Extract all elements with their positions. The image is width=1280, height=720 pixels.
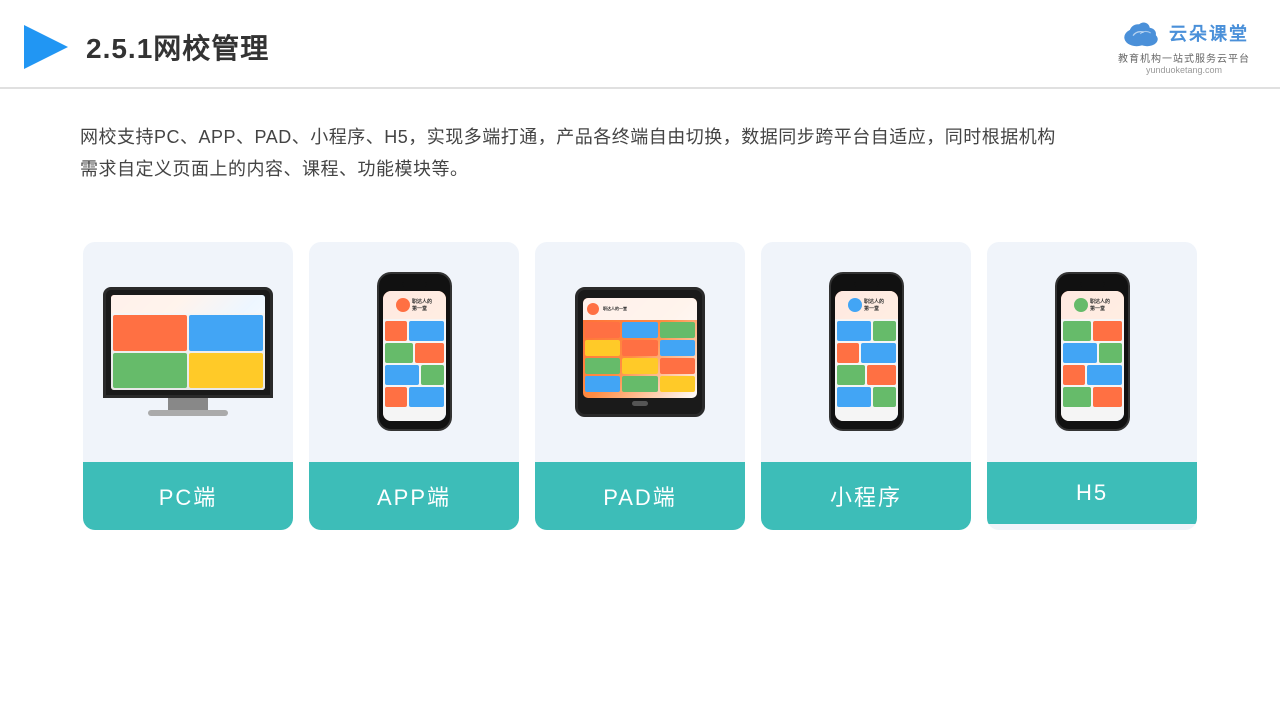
page-title: 2.5.1网校管理 [86, 27, 269, 67]
card-image-pad: 职达人的一堂 [535, 242, 745, 462]
card-image-app: 职达人的第一堂 [309, 242, 519, 462]
logo-area: 云朵课堂 教育机构一站式服务云平台 yunduoketang.com [1118, 18, 1250, 75]
play-icon [20, 21, 72, 73]
card-label-app: APP端 [309, 462, 519, 530]
description-text2: 需求自定义页面上的内容、课程、功能模块等。 [80, 153, 1200, 185]
phone-mockup-mini: 职达人的第一堂 [829, 272, 904, 431]
card-pc: PC端 [83, 242, 293, 530]
description-text: 网校支持PC、APP、PAD、小程序、H5，实现多端打通，产品各终端自由切换，数… [80, 121, 1200, 153]
logo-url: yunduoketang.com [1146, 65, 1222, 75]
card-image-pc [83, 242, 293, 462]
card-label-pc: PC端 [83, 462, 293, 530]
card-label-miniprogram: 小程序 [761, 462, 971, 530]
phone-mockup-h5: 职达人的第一堂 [1055, 272, 1130, 431]
tablet-mockup: 职达人的一堂 [575, 287, 705, 417]
logo-cloud: 云朵课堂 [1119, 18, 1249, 48]
description: 网校支持PC、APP、PAD、小程序、H5，实现多端打通，产品各终端自由切换，数… [0, 89, 1280, 202]
card-label-pad: PAD端 [535, 462, 745, 530]
phone-mockup-app: 职达人的第一堂 [377, 272, 452, 431]
card-label-h5: H5 [987, 462, 1197, 524]
card-image-miniprogram: 职达人的第一堂 [761, 242, 971, 462]
cloud-icon [1119, 18, 1163, 48]
pc-monitor-mockup [103, 287, 273, 416]
logo-text: 云朵课堂 [1169, 20, 1249, 46]
card-h5: 职达人的第一堂 [987, 242, 1197, 530]
header-left: 2.5.1网校管理 [20, 21, 269, 73]
card-app: 职达人的第一堂 [309, 242, 519, 530]
card-image-h5: 职达人的第一堂 [987, 242, 1197, 462]
card-pad: 职达人的一堂 [535, 242, 745, 530]
cards-container: PC端 职达人的第一堂 [0, 212, 1280, 550]
logo-subtitle: 教育机构一站式服务云平台 [1118, 50, 1250, 65]
header: 2.5.1网校管理 云朵课堂 教育机构一站式服务云平台 yunduoketang… [0, 0, 1280, 89]
card-miniprogram: 职达人的第一堂 [761, 242, 971, 530]
